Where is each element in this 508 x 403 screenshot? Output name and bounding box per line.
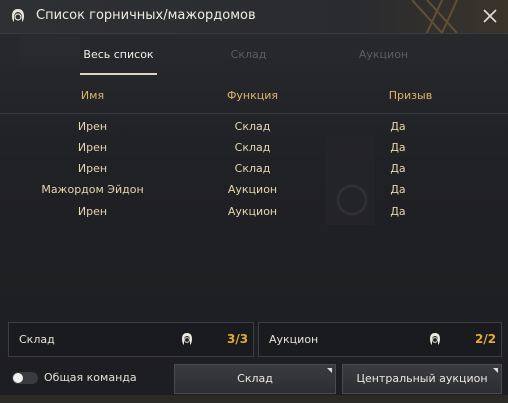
maid-icon: [12, 9, 24, 22]
maid-list-window: Список горничных/мажордомов Весь список …: [0, 0, 508, 403]
active-tab-indicator: [80, 73, 157, 75]
tab-all[interactable]: Весь список: [80, 48, 157, 61]
cell-summon: Да: [390, 141, 406, 154]
column-header-function[interactable]: Функция: [220, 89, 285, 102]
warehouse-summary-panel: Склад 3/3: [8, 322, 254, 357]
toggle-knob: [13, 373, 23, 383]
auction-summary-label: Аукцион: [269, 333, 319, 346]
warehouse-button-label: Склад: [237, 372, 273, 385]
cell-name: Ирен: [77, 162, 108, 175]
cell-name: Ирен: [77, 141, 108, 154]
table-row[interactable]: Ирен Склад Да: [0, 141, 508, 162]
decorative-pattern: [411, 0, 458, 33]
group-command-label: Общая команда: [44, 371, 137, 384]
table-row[interactable]: Мажордом Эйдон Аукцион Да: [0, 183, 508, 204]
warehouse-count: 3/3: [227, 332, 249, 346]
table-row[interactable]: Ирен Склад Да: [0, 162, 508, 183]
external-corner-icon: [493, 368, 498, 373]
table-row[interactable]: Ирен Аукцион Да: [0, 205, 508, 226]
close-icon[interactable]: [480, 6, 500, 26]
cell-function: Аукцион: [227, 183, 278, 196]
auction-count: 2/2: [475, 332, 497, 346]
group-command-toggle[interactable]: [12, 372, 38, 384]
cell-summon: Да: [390, 205, 406, 218]
tab-warehouse[interactable]: Склад: [210, 48, 287, 61]
title-bar: Список горничных/мажордомов: [0, 0, 508, 34]
cell-name: Ирен: [77, 120, 108, 133]
table-row[interactable]: Ирен Склад Да: [0, 120, 508, 141]
auction-summary-panel: Аукцион 2/2: [258, 322, 502, 357]
window-title: Список горничных/мажордомов: [36, 8, 256, 23]
cell-function: Аукцион: [227, 205, 278, 218]
column-header-name[interactable]: Имя: [60, 89, 125, 102]
warehouse-button[interactable]: Склад: [174, 364, 336, 394]
tab-bar: Весь список Склад Аукцион: [0, 34, 508, 76]
external-corner-icon: [327, 368, 332, 373]
cell-summon: Да: [390, 162, 406, 175]
maid-icon: [182, 333, 192, 345]
warehouse-summary-label: Склад: [19, 333, 55, 346]
cell-summon: Да: [390, 120, 406, 133]
maid-icon: [430, 333, 440, 345]
central-auction-button-label: Центральный аукцион: [356, 372, 488, 385]
cell-name: Мажордом Эйдон: [41, 183, 144, 196]
cell-name: Ирен: [77, 205, 108, 218]
header-divider: [0, 113, 508, 114]
central-auction-button[interactable]: Центральный аукцион: [342, 364, 502, 394]
column-header-summon[interactable]: Призыв: [378, 89, 443, 102]
cell-summon: Да: [390, 183, 406, 196]
cell-function: Склад: [234, 141, 271, 154]
cell-function: Склад: [234, 162, 271, 175]
tab-auction[interactable]: Аукцион: [345, 48, 422, 61]
cell-function: Склад: [234, 120, 271, 133]
